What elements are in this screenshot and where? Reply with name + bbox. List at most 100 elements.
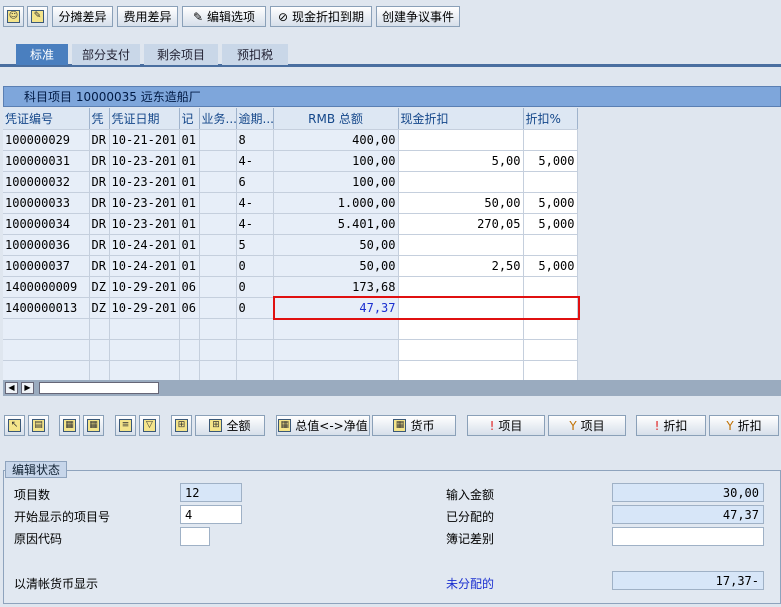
- cell-posting-key: 01: [179, 171, 200, 193]
- items-button-1[interactable]: ! 项目: [467, 415, 545, 436]
- table-row[interactable]: 100000029 DR 10-21-201 01 8 400,00: [3, 129, 578, 151]
- split-difference-button[interactable]: 分摊差异: [52, 6, 113, 27]
- cell-type: DR: [89, 129, 110, 151]
- table-row[interactable]: 100000031 DR 10-23-201 01 4- 100,00 5,00 5,000: [3, 150, 578, 172]
- gross-net-button[interactable]: ▦ 总值<->净值: [276, 415, 370, 436]
- start-item-field[interactable]: 4: [180, 505, 242, 524]
- cell-posting-key: 01: [179, 234, 200, 256]
- cell-cash-discount[interactable]: 2,50: [398, 255, 524, 277]
- filter-icon: ▽: [143, 419, 156, 432]
- table-row[interactable]: [3, 360, 578, 382]
- binoculars-icon: ⊞: [175, 419, 188, 432]
- table-row[interactable]: 100000034 DR 10-23-201 01 4- 5.401,00 270,05 5,…: [3, 213, 578, 235]
- cell-doc-date: [109, 318, 180, 340]
- cash-discount-due-button[interactable]: ⊘ 现金折扣到期: [270, 6, 372, 27]
- cell-cash-discount[interactable]: [398, 360, 524, 382]
- select-icon-button[interactable]: ↖: [4, 415, 25, 436]
- items-button-2[interactable]: Y 项目: [548, 415, 626, 436]
- cell-doc-date: 10-29-201: [109, 297, 180, 319]
- cell-discount-pct[interactable]: 5,000: [523, 150, 578, 172]
- cell-cash-discount[interactable]: [398, 171, 524, 193]
- assigned-value: 47,37: [612, 505, 764, 524]
- cell-business: [199, 150, 237, 172]
- table-row[interactable]: 100000032 DR 10-23-201 01 6 100,00: [3, 171, 578, 193]
- discount-button-1[interactable]: ! 折扣: [636, 415, 706, 436]
- cell-discount-pct[interactable]: [523, 339, 578, 361]
- cell-doc-no: 100000033: [3, 192, 90, 214]
- cell-doc-date: 10-21-201: [109, 129, 180, 151]
- tab-standard[interactable]: 标准: [16, 44, 68, 65]
- table-row[interactable]: 100000033 DR 10-23-201 01 4- 1.000,00 50,00 5,0…: [3, 192, 578, 214]
- cell-doc-no: 1400000009: [3, 276, 90, 298]
- deactivate-items-button[interactable]: ▦: [83, 415, 104, 436]
- tab-residual-items[interactable]: 剩余项目: [144, 44, 218, 65]
- col-rmb-amount[interactable]: RMB 总额: [273, 108, 399, 130]
- scroll-left-icon[interactable]: ◀: [5, 382, 18, 394]
- user-icon-button[interactable]: ☺: [3, 6, 24, 27]
- deactivate-icon: ▦: [87, 419, 100, 432]
- scroll-thumb[interactable]: [39, 382, 159, 394]
- grid-title: 科目项目 10000035 远东造船厂: [3, 86, 781, 107]
- cell-discount-pct[interactable]: [523, 129, 578, 151]
- cell-cash-discount[interactable]: 270,05: [398, 213, 524, 235]
- cell-doc-no: [3, 318, 90, 340]
- cell-discount-pct[interactable]: 5,000: [523, 213, 578, 235]
- tab-partial-payment[interactable]: 部分支付: [72, 44, 140, 65]
- edit-icon-button[interactable]: ✎: [27, 6, 48, 27]
- cell-cash-discount[interactable]: 5,00: [398, 150, 524, 172]
- full-amount-button[interactable]: ⊞ 全额: [195, 415, 265, 436]
- posting-difference-field[interactable]: [612, 527, 764, 546]
- select-block-button[interactable]: ▤: [28, 415, 49, 436]
- currency-button[interactable]: ▦ 货币: [372, 415, 456, 436]
- reason-code-field[interactable]: [180, 527, 210, 546]
- cell-doc-date: 10-23-201: [109, 150, 180, 172]
- cell-overdue: 8: [236, 129, 274, 151]
- col-discount-pct[interactable]: 折扣%: [523, 108, 578, 130]
- cell-cash-discount[interactable]: [398, 318, 524, 340]
- find-button[interactable]: ⊞: [171, 415, 192, 436]
- cell-cash-discount[interactable]: [398, 339, 524, 361]
- table-row[interactable]: 100000036 DR 10-24-201 01 5 50,00: [3, 234, 578, 256]
- edit-options-button[interactable]: ✎ 编辑选项: [182, 6, 266, 27]
- cell-discount-pct[interactable]: [523, 234, 578, 256]
- col-doc-date[interactable]: 凭证日期: [109, 108, 180, 130]
- cell-discount-pct[interactable]: 5,000: [523, 255, 578, 277]
- col-overdue[interactable]: 逾期...: [236, 108, 274, 130]
- cell-overdue: 0: [236, 276, 274, 298]
- table-row[interactable]: [3, 318, 578, 340]
- calculator-icon: ▦: [278, 419, 292, 432]
- cell-overdue: 0: [236, 255, 274, 277]
- cell-overdue: [236, 318, 274, 340]
- scroll-right-icon[interactable]: ▶: [21, 382, 34, 394]
- table-row[interactable]: 100000037 DR 10-24-201 01 0 50,00 2,50 5,000: [3, 255, 578, 277]
- cell-doc-no: 100000036: [3, 234, 90, 256]
- expense-difference-button[interactable]: 费用差异: [117, 6, 178, 27]
- cell-discount-pct[interactable]: [523, 276, 578, 298]
- cell-discount-pct[interactable]: 5,000: [523, 192, 578, 214]
- cell-cash-discount[interactable]: [398, 276, 524, 298]
- col-cash-discount[interactable]: 现金折扣: [398, 108, 524, 130]
- cell-cash-discount[interactable]: [398, 234, 524, 256]
- col-business[interactable]: 业务...: [199, 108, 237, 130]
- sort-button[interactable]: ≡: [115, 415, 136, 436]
- horizontal-scrollbar[interactable]: ◀ ▶: [3, 380, 781, 396]
- filter-button[interactable]: ▽: [139, 415, 160, 436]
- edit-status-title: 编辑状态: [5, 461, 68, 478]
- create-dispute-button[interactable]: 创建争议事件: [376, 6, 460, 27]
- cell-rmb-amount: 100,00: [273, 150, 399, 172]
- table-row[interactable]: 1400000009 DZ 10-29-201 06 0 173,68: [3, 276, 578, 298]
- cursor-icon: ↖: [8, 419, 21, 432]
- cell-discount-pct[interactable]: [523, 318, 578, 340]
- discount-button-2[interactable]: Y 折扣: [709, 415, 779, 436]
- tab-withholding-tax[interactable]: 预扣税: [222, 44, 288, 65]
- col-doc-no[interactable]: 凭证编号: [3, 108, 90, 130]
- cell-discount-pct[interactable]: [523, 171, 578, 193]
- table-row[interactable]: [3, 339, 578, 361]
- cell-posting-key: 01: [179, 213, 200, 235]
- cell-discount-pct[interactable]: [523, 360, 578, 382]
- col-posting-key[interactable]: 记: [179, 108, 200, 130]
- cell-cash-discount[interactable]: 50,00: [398, 192, 524, 214]
- activate-items-button[interactable]: ▦: [59, 415, 80, 436]
- col-type[interactable]: 凭: [89, 108, 110, 130]
- cell-cash-discount[interactable]: [398, 129, 524, 151]
